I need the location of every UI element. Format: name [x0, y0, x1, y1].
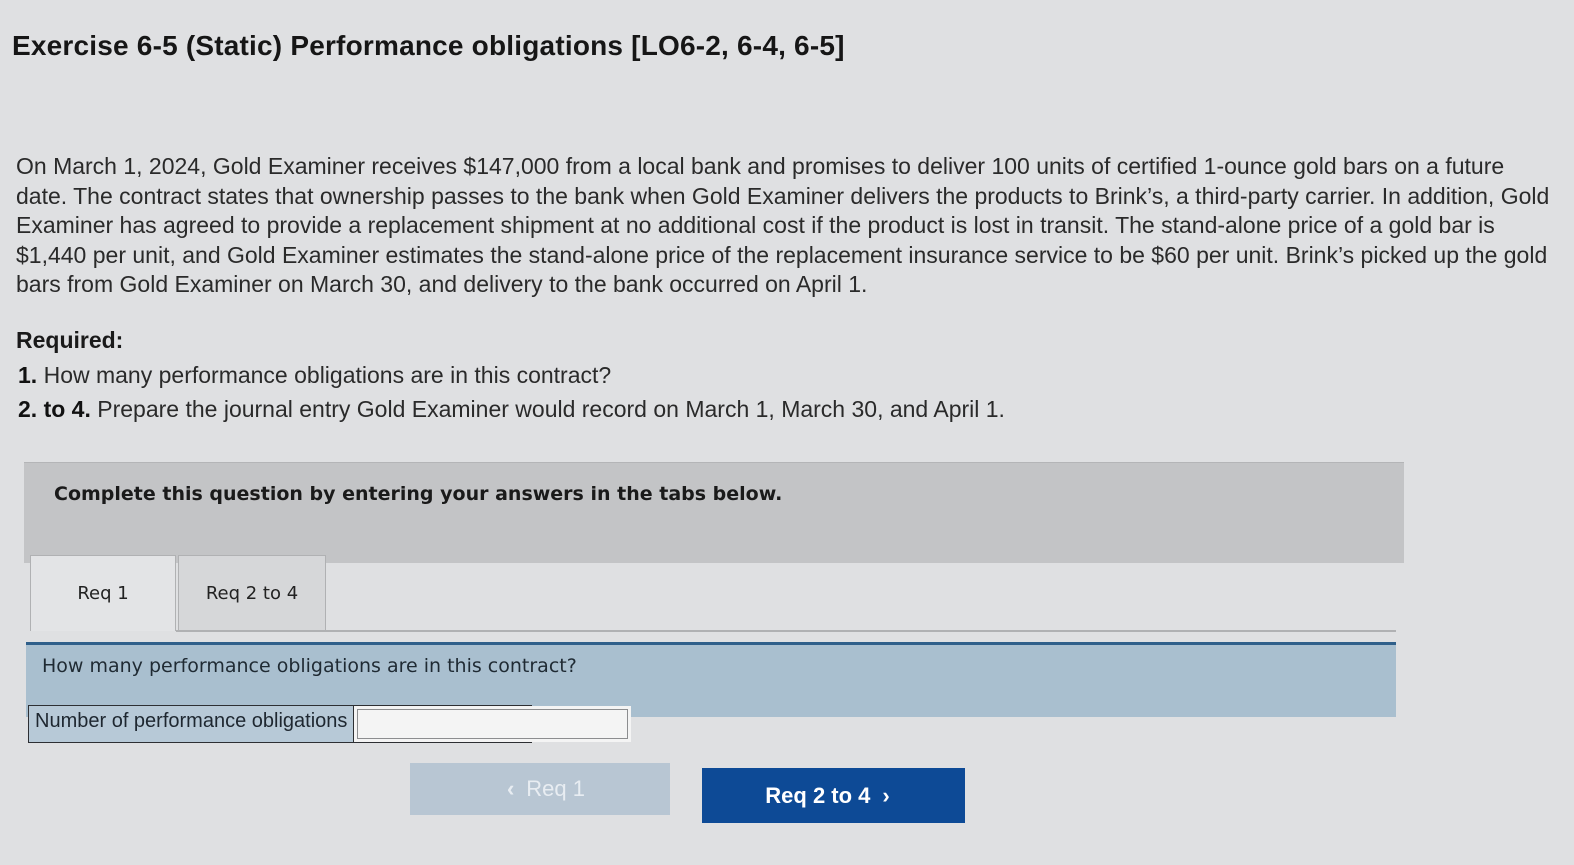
problem-text: On March 1, 2024, Gold Examiner receives…: [16, 153, 1550, 297]
requirement-1-text: How many performance obligations are in …: [43, 362, 612, 388]
answer-row: Number of performance obligations: [28, 705, 632, 743]
instruction-panel: Complete this question by entering your …: [24, 462, 1404, 563]
prev-req-label: Req 1: [526, 776, 586, 801]
problem-statement: On March 1, 2024, Gold Examiner receives…: [16, 152, 1556, 300]
tab-req-2-to-4[interactable]: Req 2 to 4: [178, 555, 326, 631]
next-req-button[interactable]: Req 2 to 4 ›: [702, 768, 965, 823]
tab-divider: [176, 630, 1396, 632]
requirement-1-number: 1.: [18, 362, 38, 388]
instruction-text: Complete this question by entering your …: [54, 483, 783, 505]
tab-req-1[interactable]: Req 1: [30, 555, 176, 631]
answer-label: Number of performance obligations: [29, 706, 355, 742]
requirement-2-number: 2. to 4.: [18, 396, 91, 422]
requirement-2: 2. to 4. Prepare the journal entry Gold …: [18, 396, 1005, 423]
chevron-left-icon: ‹: [506, 776, 515, 801]
exercise-title: Exercise 6-5 (Static) Performance obliga…: [12, 30, 845, 61]
question-text: How many performance obligations are in …: [42, 655, 577, 677]
performance-obligations-input[interactable]: [354, 706, 632, 742]
required-label: Required:: [16, 327, 124, 353]
prev-req-button[interactable]: ‹ Req 1: [410, 763, 670, 815]
requirement-1: 1. How many performance obligations are …: [18, 362, 611, 389]
requirement-2-text: Prepare the journal entry Gold Examiner …: [97, 396, 1005, 422]
next-req-label: Req 2 to 4: [765, 782, 871, 808]
chevron-right-icon: ›: [882, 782, 890, 808]
